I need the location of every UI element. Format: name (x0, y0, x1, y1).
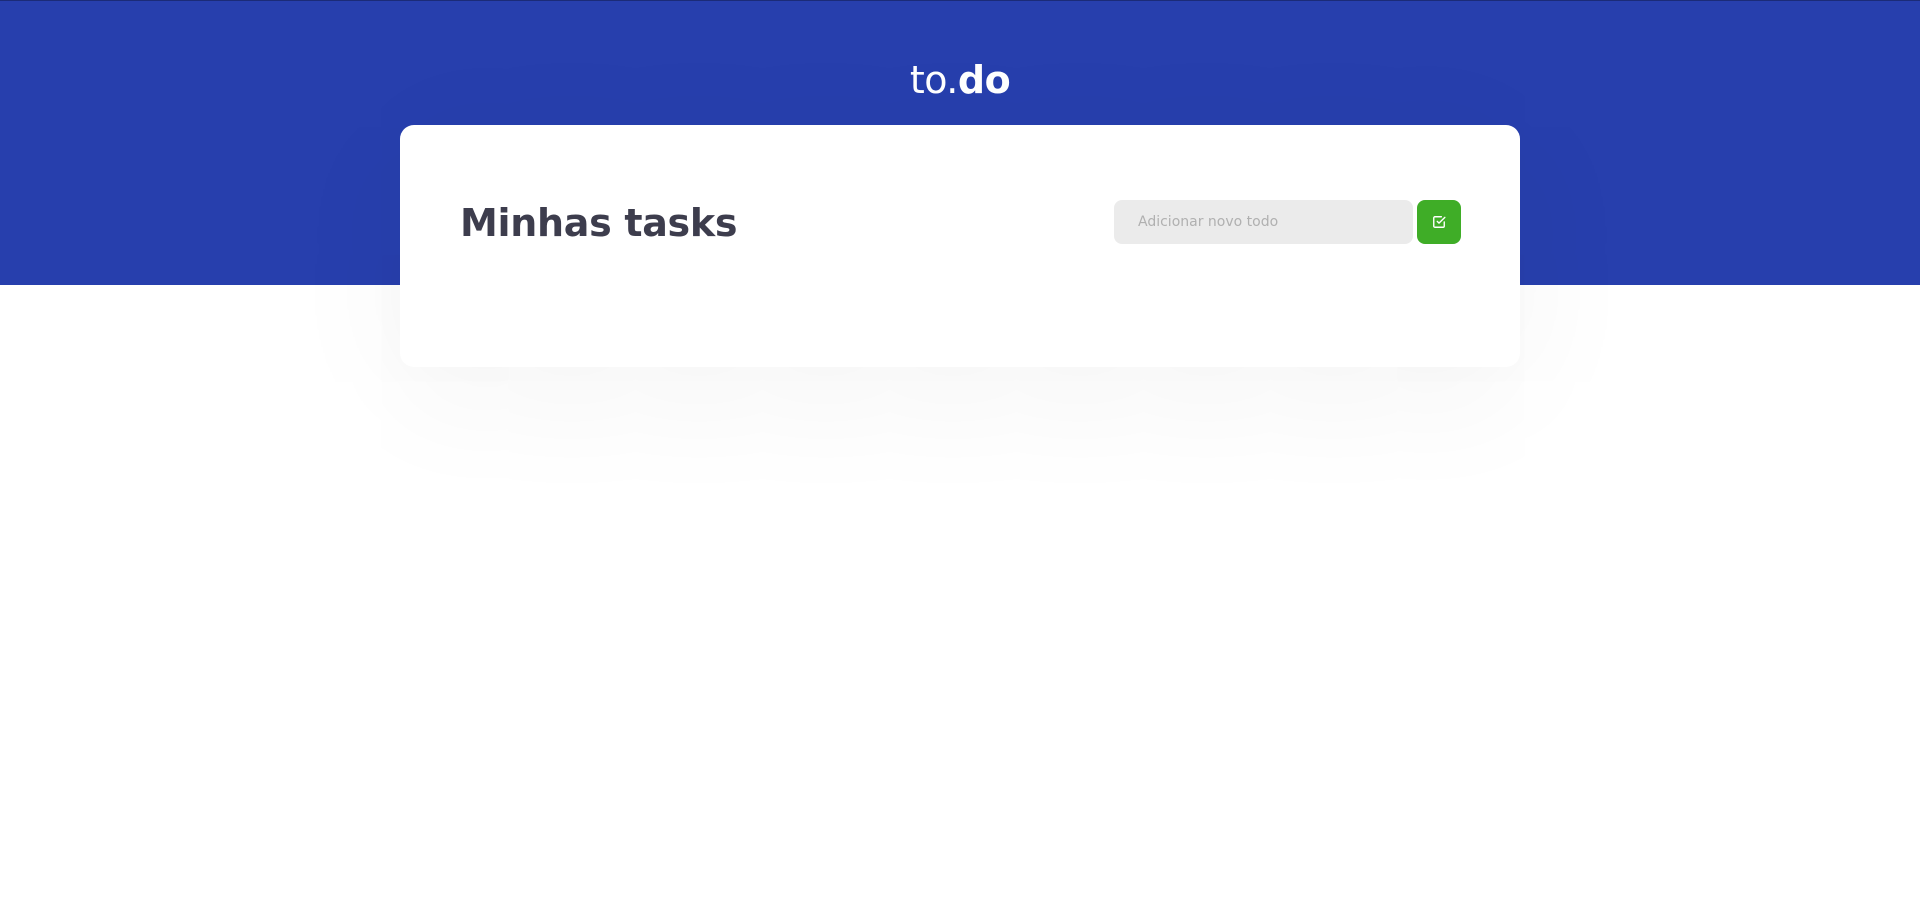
check-square-icon (1432, 215, 1446, 229)
tasks-card: Minhas tasks (400, 125, 1520, 367)
logo-text-bold: do (957, 58, 1011, 102)
new-todo-input[interactable] (1114, 200, 1413, 244)
page-title: Minhas tasks (460, 201, 738, 245)
add-todo-form (1114, 200, 1461, 244)
app-logo: to.do (0, 57, 1920, 103)
add-todo-button[interactable] (1417, 200, 1461, 244)
logo-text-light: to. (909, 58, 959, 102)
